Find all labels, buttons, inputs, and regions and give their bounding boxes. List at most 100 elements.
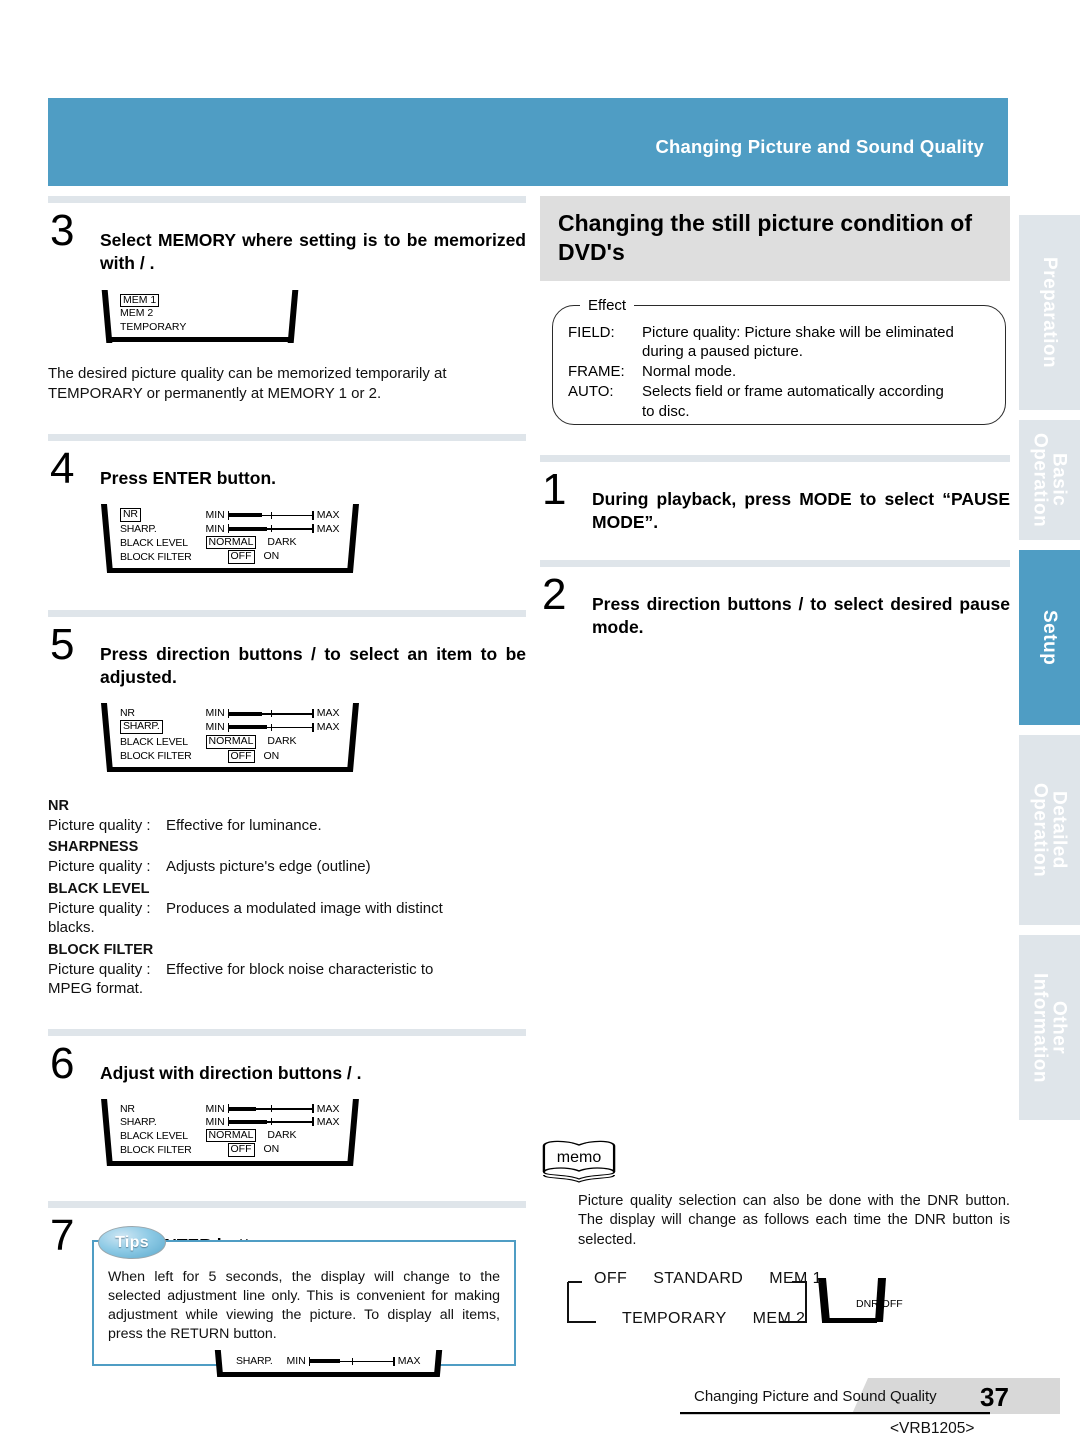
- osd-memory-row: MEM 2: [120, 307, 280, 321]
- step-1: 1 During playback, press MODE to select …: [540, 467, 1010, 535]
- osd-row-black-level: BLACK LEVEL NORMAL DARK: [120, 535, 340, 551]
- dnr-option-off: OFF: [594, 1270, 628, 1287]
- osd-row-nr: NR MIN MAX: [120, 1103, 340, 1116]
- osd-rows: NR MIN MAX SHARP. MIN MAX BLACK LEVEL NO…: [120, 707, 340, 764]
- memo-icon-svg: memo: [542, 1140, 616, 1183]
- svg-text:memo: memo: [557, 1149, 602, 1166]
- side-tab-label: Basic Operation: [1029, 432, 1070, 528]
- adjustment-descriptions: NR Picture quality : Effective for lumin…: [48, 797, 526, 998]
- osd-right-wall: [346, 703, 359, 773]
- step-divider: [48, 1028, 526, 1036]
- dnr-flow-row2: TEMPORARY MEM 2: [622, 1310, 805, 1328]
- osd-row-sharp: SHARP. MIN MAX: [120, 1116, 340, 1129]
- desc-row-black-level: Picture quality : Produces a modulated i…: [48, 899, 526, 919]
- slider-max-label: MAX: [316, 522, 340, 535]
- slider-max-label: MAX: [316, 721, 340, 734]
- step-6: 6 Adjust with direction buttons / .: [48, 1041, 526, 1085]
- slider-min-label: MIN: [205, 1102, 225, 1115]
- section-title: Changing the still picture condition of …: [540, 196, 1010, 281]
- osd-left-wall: [214, 1350, 224, 1378]
- osd-slider-sharp: MIN MAX: [206, 721, 340, 733]
- effect-row-auto: AUTO: Selects field or frame automatical…: [568, 382, 992, 402]
- osd-option-normal: NORMAL: [205, 535, 257, 550]
- footer-code: <VRB1205>: [890, 1420, 975, 1437]
- slider-max-label: MAX: [316, 509, 340, 522]
- side-tab-label: Detailed Operation: [1029, 782, 1070, 878]
- desc-value-cont: MPEG format.: [48, 980, 144, 997]
- side-tab-detailed-operation[interactable]: Detailed Operation: [1019, 735, 1080, 925]
- step-instruction: Adjust with direction buttons / .: [100, 1062, 362, 1083]
- step-divider: [540, 454, 1010, 462]
- step-divider: [48, 434, 526, 442]
- osd-row-sharp: SHARP. MIN MAX: [236, 1355, 421, 1368]
- osd-left-wall: [101, 289, 113, 343]
- desc-term-black-level: BLACK LEVEL: [48, 880, 150, 897]
- osd-slider-sharp: MIN MAX: [206, 1116, 340, 1128]
- osd-rows: SHARP. MIN MAX: [236, 1355, 421, 1368]
- effect-value: Picture quality: Picture shake will be e…: [642, 323, 954, 341]
- step-number: 4: [50, 444, 75, 494]
- osd-row-label: NR: [120, 1102, 135, 1115]
- step-3-note: The desired picture quality can be memor…: [48, 365, 447, 403]
- slider-min-label: MIN: [205, 707, 225, 720]
- page-number: 37: [980, 1382, 1009, 1412]
- page-header-title: Changing Picture and Sound Quality: [655, 136, 984, 157]
- step-number: 6: [50, 1038, 75, 1088]
- memo-book-icon: memo: [540, 1138, 618, 1184]
- osd-row-label: BLACK LEVEL: [120, 1129, 188, 1142]
- step-4: 4 Press ENTER button.: [48, 447, 526, 491]
- side-tab-other-information[interactable]: Other Information: [1019, 935, 1080, 1120]
- tips-box: Tips When left for 5 seconds, the displa…: [92, 1226, 516, 1378]
- osd-row-nr: NR MIN MAX: [120, 508, 340, 523]
- osd-row-label: BLACK LEVEL: [120, 536, 188, 549]
- side-tab-basic-operation[interactable]: Basic Operation: [1019, 420, 1080, 540]
- step-divider: [48, 196, 526, 203]
- effect-row-field: FIELD: Picture quality: Picture shake wi…: [568, 323, 992, 343]
- osd-row-label: NR: [120, 508, 141, 522]
- dnr-option-mem2: MEM 2: [752, 1310, 806, 1327]
- dnr-option-standard: STANDARD: [653, 1270, 744, 1287]
- slider-max-label: MAX: [316, 707, 340, 720]
- side-tab-setup[interactable]: Setup: [1019, 550, 1080, 725]
- osd-picture-display-step6: NR MIN MAX SHARP. MIN MAX BLACK LEVEL NO…: [101, 1098, 526, 1171]
- page-footer: Changing Picture and Sound Quality 37 <V…: [680, 1374, 1060, 1437]
- osd-slider-nr: MIN MAX: [206, 707, 340, 719]
- osd-row-sharp: SHARP. MIN MAX: [120, 720, 340, 735]
- step-2: 2 Press direction buttons / to select de…: [540, 573, 1010, 640]
- desc-value: Effective for block noise characteristic…: [166, 960, 434, 978]
- memo-text: Picture quality selection can also be do…: [578, 1193, 1010, 1248]
- step-divider: [48, 609, 526, 617]
- desc-row-block-filter: Picture quality : Effective for block no…: [48, 960, 526, 980]
- step-instruction: Select MEMORY where setting is to be mem…: [100, 230, 526, 274]
- effect-box-label: Effect: [580, 296, 635, 314]
- side-tab-preparation[interactable]: Preparation: [1019, 215, 1080, 410]
- osd-right-wall: [433, 1350, 442, 1378]
- tips-badge-icon: Tips: [98, 1226, 166, 1259]
- effect-box: Effect FIELD: Picture quality: Picture s…: [540, 296, 1010, 425]
- osd-option-on: ON: [263, 1143, 280, 1156]
- slider-min-label: MIN: [205, 509, 225, 522]
- osd-option-dark: DARK: [267, 735, 297, 748]
- osd-right-wall: [346, 1098, 359, 1166]
- slider-min-label: MIN: [205, 522, 225, 535]
- osd-option-off: OFF: [227, 1143, 255, 1157]
- side-tab-strip: Preparation Basic Operation Setup Detail…: [1019, 215, 1080, 1130]
- desc-row-sharpness: Picture quality : Adjusts picture's edge…: [48, 857, 526, 877]
- osd-row-black-level: BLACK LEVEL NORMAL DARK: [120, 1128, 340, 1144]
- osd-memory-label: MEM 2: [120, 307, 154, 320]
- osd-memory-display: MEM 1 MEM 2 TEMPORARY: [101, 289, 526, 343]
- osd-option-off: OFF: [227, 749, 255, 764]
- effect-value: Normal mode.: [642, 363, 737, 381]
- effect-key: AUTO:: [568, 382, 614, 400]
- osd-option-dark: DARK: [267, 535, 297, 548]
- step-number: 5: [50, 619, 75, 669]
- effect-value-cont: during a paused picture.: [642, 343, 803, 361]
- dnr-option-mem1: MEM 1: [769, 1270, 822, 1287]
- step-divider: [540, 560, 1010, 568]
- osd-option-dark: DARK: [267, 1128, 297, 1141]
- osd-option-normal: NORMAL: [205, 1128, 257, 1143]
- osd-rows: NR MIN MAX SHARP. MIN MAX BLACK LEVEL NO…: [120, 508, 340, 565]
- osd-row-nr: NR MIN MAX: [120, 707, 340, 720]
- osd-tips-display: SHARP. MIN MAX: [214, 1350, 514, 1382]
- tips-text: When left for 5 seconds, the display wil…: [108, 1269, 500, 1343]
